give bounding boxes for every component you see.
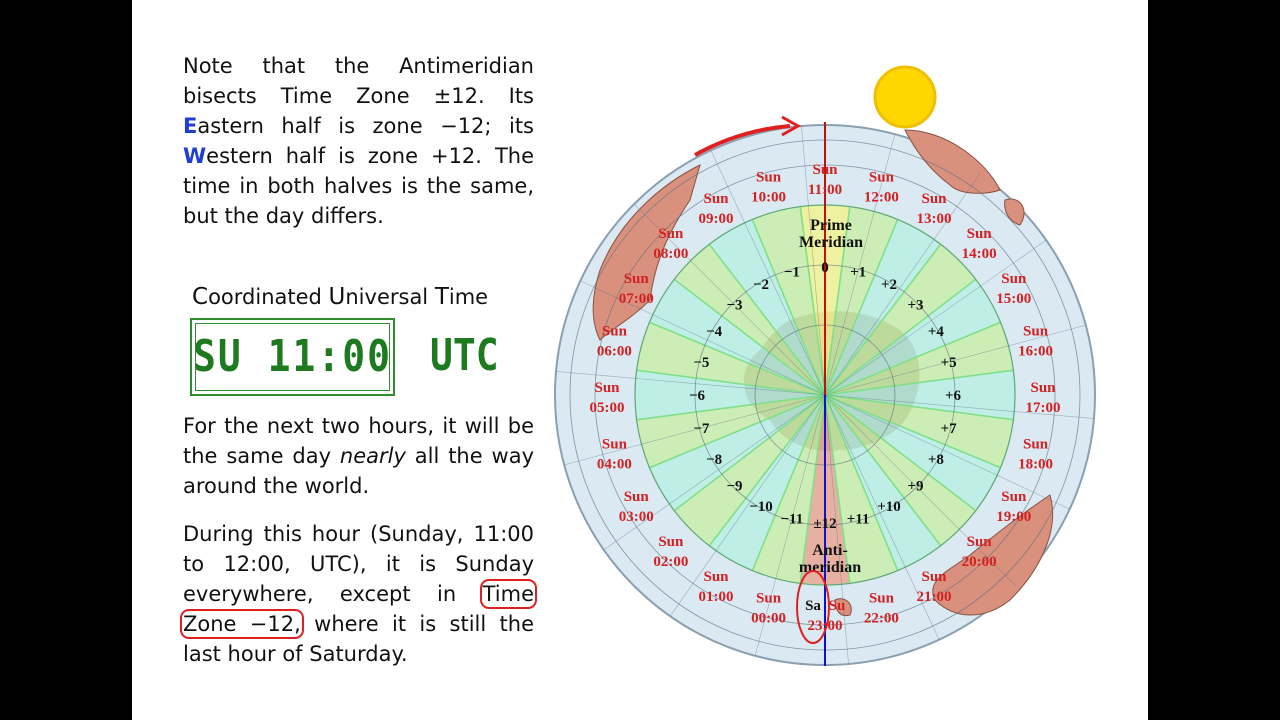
day-label: Sun	[602, 324, 628, 340]
time-value: 15:00	[996, 291, 1031, 307]
day-label: Sun	[594, 380, 620, 396]
zone-label: −5	[693, 355, 709, 371]
time-value: 06:00	[597, 344, 632, 360]
day-label: Sun	[1030, 380, 1056, 396]
zone-label: −8	[706, 452, 722, 468]
day-label: Sun	[967, 226, 993, 242]
zone-label: +6	[945, 388, 962, 404]
day-saturday: Sa	[805, 598, 821, 614]
caption-line: Prime	[810, 217, 852, 234]
day-label: Sun	[658, 226, 684, 242]
day-label: Sun	[703, 569, 729, 585]
zone-label: +1	[850, 264, 866, 280]
zone-label: −9	[726, 479, 742, 495]
time-value: 13:00	[917, 211, 952, 227]
time-value: 18:00	[1018, 456, 1053, 472]
day-label: Sun	[1023, 436, 1049, 452]
time-value: 01:00	[699, 589, 734, 605]
time-value: 10:00	[751, 189, 786, 205]
day-label: Sun	[658, 534, 684, 550]
time-value: 04:00	[597, 456, 632, 472]
zone-label: 0	[821, 260, 829, 276]
zone-label: +7	[941, 421, 958, 437]
time-zone-polar-map: Prime MeridianAnti-meridian0 +1+2+3+4+5+6+…	[554, 65, 1096, 666]
time-value: 11:00	[808, 182, 842, 198]
zone-label: +4	[928, 324, 945, 340]
day-label: Sun	[921, 191, 947, 207]
zone-label: +3	[907, 297, 923, 313]
day-label: Sun	[1023, 324, 1049, 340]
time-value: 07:00	[619, 291, 654, 307]
day-label: Sun	[921, 569, 947, 585]
day-label: Sun	[869, 591, 895, 607]
caption-line: Meridian	[799, 234, 863, 251]
day-sunday: Su	[829, 598, 846, 614]
zone-label: +9	[907, 479, 923, 495]
zone-label: +8	[928, 452, 944, 468]
sun-icon	[873, 65, 937, 129]
day-label: Sun	[967, 534, 993, 550]
zone-label: −7	[693, 421, 710, 437]
time-value: 08:00	[653, 246, 688, 262]
time-value: 17:00	[1026, 400, 1061, 416]
zone-label: +5	[941, 355, 957, 371]
time-value: 00:00	[751, 611, 786, 627]
caption-line: Anti-	[812, 542, 848, 559]
zone-label: −3	[726, 297, 742, 313]
zone-label: ±12	[813, 516, 836, 532]
day-label: Sun	[624, 489, 650, 505]
day-label: Sun	[756, 169, 782, 185]
day-label: Sun	[1001, 489, 1027, 505]
zone-label: +2	[881, 277, 897, 293]
time-value: 19:00	[996, 509, 1031, 525]
day-label: Sun	[869, 169, 895, 185]
time-value: 16:00	[1018, 344, 1053, 360]
zone-label: −10	[749, 499, 773, 515]
day-label: Sun	[602, 436, 628, 452]
day-label: Sun	[756, 591, 782, 607]
time-value: 21:00	[917, 589, 952, 605]
time-value: 14:00	[962, 246, 997, 262]
time-value: 12:00	[864, 189, 899, 205]
zone-label: −4	[706, 324, 723, 340]
day-label: Sun	[812, 162, 838, 178]
day-label: Sun	[624, 271, 650, 287]
time-value: 09:00	[699, 211, 734, 227]
time-value: 05:00	[590, 400, 625, 416]
day-label: Sun	[1001, 271, 1027, 287]
time-value: 03:00	[619, 509, 654, 525]
time-value: 20:00	[962, 554, 997, 570]
time-value: 22:00	[864, 611, 899, 627]
zone-label: +10	[877, 499, 901, 515]
day-label: Sun	[703, 191, 729, 207]
zone-label: −1	[784, 264, 800, 280]
zone-label: −11	[781, 512, 804, 528]
zone-label: +11	[847, 512, 870, 528]
time-value: 02:00	[653, 554, 688, 570]
zone-label: −2	[753, 277, 769, 293]
zone-label: −6	[689, 388, 706, 404]
